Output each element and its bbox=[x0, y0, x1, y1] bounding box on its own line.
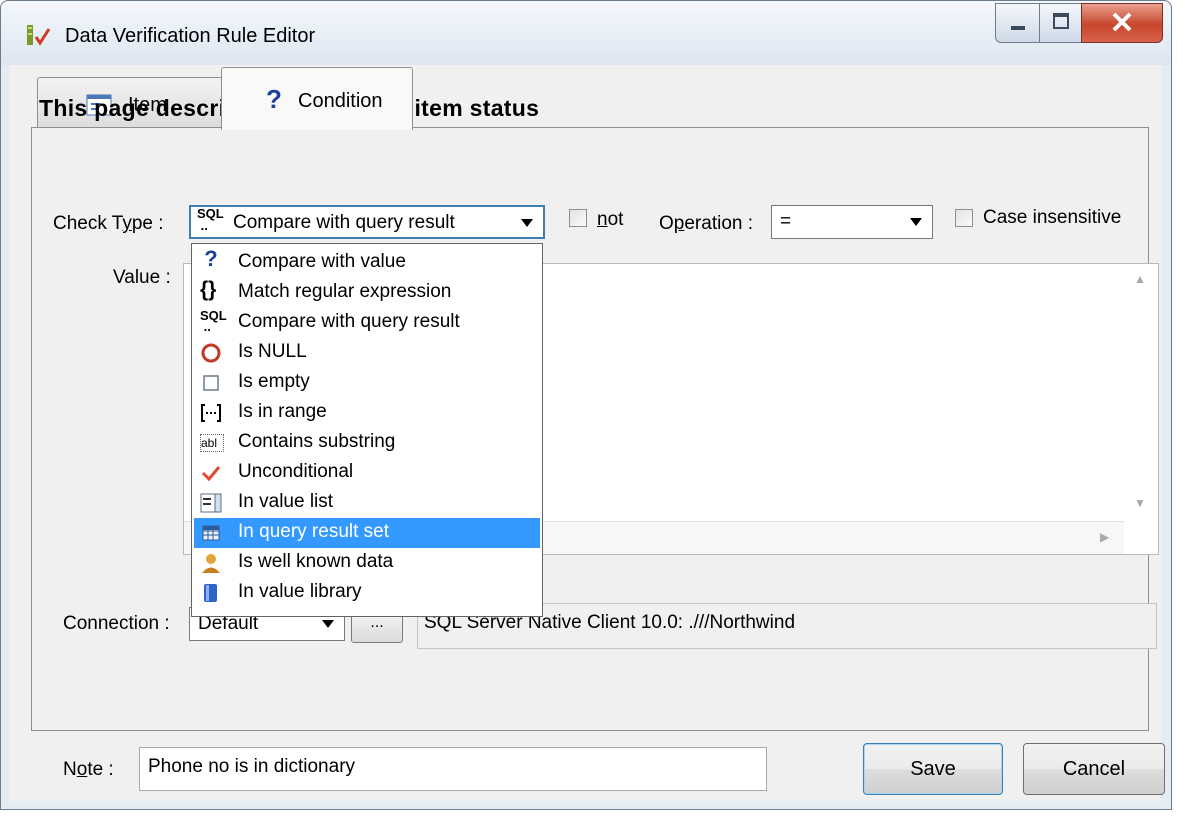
maximize-button[interactable] bbox=[1039, 3, 1083, 43]
sql-icon: SQL .. bbox=[200, 308, 227, 334]
range-icon bbox=[201, 404, 221, 422]
list-item-selected[interactable]: In query result set bbox=[194, 518, 540, 548]
tab-condition-label: Condition bbox=[298, 90, 383, 112]
tab-condition[interactable]: ? Condition bbox=[221, 67, 413, 130]
close-button[interactable] bbox=[1081, 3, 1163, 43]
list-item-label: Contains substring bbox=[238, 431, 396, 452]
list-item[interactable]: Unconditional bbox=[194, 458, 540, 488]
case-insensitive-checkbox[interactable] bbox=[955, 209, 973, 227]
cancel-button[interactable]: Cancel bbox=[1023, 743, 1165, 795]
operation-value: = bbox=[780, 211, 792, 232]
app-icon bbox=[27, 25, 51, 46]
list-item[interactable]: In value library bbox=[194, 578, 540, 608]
list-item[interactable]: {} Match regular expression bbox=[194, 278, 540, 308]
not-label: not bbox=[597, 209, 624, 230]
vertical-scrollbar[interactable]: ▲ ▼ bbox=[1124, 264, 1158, 520]
not-checkbox[interactable] bbox=[569, 209, 587, 227]
list-item[interactable]: abl Contains substring bbox=[194, 428, 540, 458]
grid-icon bbox=[202, 525, 220, 541]
minimize-icon bbox=[1011, 26, 1025, 30]
maximize-icon bbox=[1053, 13, 1069, 29]
scroll-down-icon[interactable]: ▼ bbox=[1134, 496, 1146, 510]
list-item-label: Is empty bbox=[238, 371, 310, 392]
value-list-icon bbox=[200, 493, 222, 513]
connection-label: Connection : bbox=[63, 613, 170, 634]
list-item-label: Is well known data bbox=[238, 551, 394, 572]
note-label: Note : bbox=[63, 759, 114, 780]
list-item-label: Is in range bbox=[238, 401, 327, 422]
case-insensitive-label: Case insensitive bbox=[983, 207, 1122, 228]
save-button[interactable]: Save bbox=[863, 743, 1003, 795]
title-bar[interactable]: Data Verification Rule Editor bbox=[1, 1, 1171, 65]
value-label: Value : bbox=[113, 267, 171, 288]
close-icon bbox=[1112, 12, 1132, 32]
person-icon bbox=[202, 554, 220, 573]
list-item-label: In value library bbox=[238, 581, 362, 602]
list-item[interactable]: Is empty bbox=[194, 368, 540, 398]
checkmark-icon bbox=[201, 466, 221, 482]
list-item[interactable]: ? Compare with value bbox=[194, 246, 540, 278]
list-item[interactable]: Is in range bbox=[194, 398, 540, 428]
null-circle-icon bbox=[201, 343, 221, 363]
scroll-up-icon[interactable]: ▲ bbox=[1134, 272, 1146, 286]
empty-box-icon bbox=[203, 375, 219, 391]
list-item[interactable]: Is NULL bbox=[194, 338, 540, 368]
check-type-label: Check Type : bbox=[53, 213, 164, 234]
operation-label: Operation : bbox=[659, 213, 754, 234]
check-type-value: Compare with query result bbox=[233, 212, 455, 233]
list-item[interactable]: SQL .. Compare with query result bbox=[194, 308, 540, 338]
braces-icon: {} bbox=[200, 278, 217, 301]
question-icon: ? bbox=[266, 84, 282, 114]
list-item-label: Unconditional bbox=[238, 461, 354, 482]
list-item-label: Compare with value bbox=[238, 251, 406, 272]
list-item-label: In query result set bbox=[238, 521, 390, 542]
list-item-label: Compare with query result bbox=[238, 311, 460, 332]
chevron-down-icon bbox=[910, 218, 922, 226]
operation-select[interactable]: = bbox=[771, 205, 933, 239]
list-item[interactable]: Is well known data bbox=[194, 548, 540, 578]
book-icon bbox=[204, 584, 217, 602]
chevron-down-icon bbox=[322, 620, 334, 628]
scroll-right-icon[interactable]: ▶ bbox=[1100, 530, 1109, 544]
list-item[interactable]: In value list bbox=[194, 488, 540, 518]
sql-icon: SQL .. bbox=[197, 206, 224, 233]
window-title: Data Verification Rule Editor bbox=[65, 25, 316, 47]
substring-icon: abl bbox=[200, 434, 224, 452]
check-type-select[interactable]: SQL .. Compare with query result bbox=[189, 205, 545, 239]
list-item-label: Match regular expression bbox=[238, 281, 452, 302]
dialog-window: Data Verification Rule Editor Item ? Con… bbox=[0, 0, 1172, 810]
question-icon: ? bbox=[204, 246, 218, 271]
list-item-label: Is NULL bbox=[238, 341, 307, 362]
list-item-label: In value list bbox=[238, 491, 334, 512]
minimize-button[interactable] bbox=[995, 3, 1041, 43]
chevron-down-icon bbox=[521, 219, 533, 227]
check-type-dropdown-list: ? Compare with value {} Match regular ex… bbox=[191, 243, 543, 617]
note-input[interactable]: Phone no is in dictionary bbox=[139, 747, 767, 791]
